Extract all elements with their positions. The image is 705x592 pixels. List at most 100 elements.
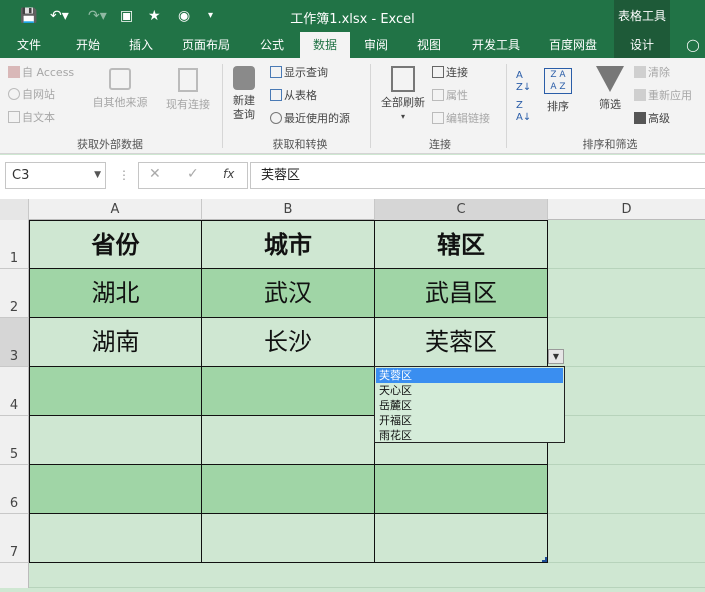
sort-button[interactable]: Z AA Z 排序 <box>540 68 576 120</box>
cell-b5[interactable] <box>202 416 375 465</box>
properties-button[interactable]: 属性 <box>432 89 468 103</box>
clock-icon <box>270 112 282 124</box>
dropdown-option[interactable]: 雨花区 <box>376 428 563 443</box>
table-resize-handle[interactable] <box>542 557 547 562</box>
from-other-sources-button[interactable]: 自其他来源 <box>90 68 150 124</box>
show-queries-button[interactable]: 显示查询 <box>270 66 328 80</box>
cell-a3[interactable]: 湖南 <box>29 318 202 367</box>
cell-c1[interactable]: 辖区 <box>375 220 548 269</box>
tab-formulas[interactable]: 公式 <box>250 32 294 58</box>
tab-page-layout[interactable]: 页面布局 <box>170 32 242 58</box>
refresh-all-button[interactable]: 全部刷新 ▾ <box>376 66 430 128</box>
cell-b7[interactable] <box>202 514 375 563</box>
column-header-b[interactable]: B <box>202 199 375 220</box>
lightbulb-icon[interactable]: ◯ <box>682 32 704 58</box>
cell-b4[interactable] <box>202 367 375 416</box>
tab-developer[interactable]: 开发工具 <box>460 32 532 58</box>
refresh-dropdown-icon[interactable]: ▾ <box>376 110 430 124</box>
cell-a6[interactable] <box>29 465 202 514</box>
row-header-6[interactable]: 6 <box>0 465 29 514</box>
cancel-icon[interactable]: ✕ <box>149 166 161 182</box>
column-header-a[interactable]: A <box>29 199 202 220</box>
cell-b3[interactable]: 长沙 <box>202 318 375 367</box>
formula-bar: C3 ▼ ⋮ ✕ ✓ fx 芙蓉区 <box>0 155 705 199</box>
row-header-4[interactable]: 4 <box>0 367 29 416</box>
validation-dropdown-list: 芙蓉区 天心区 岳麓区 开福区 雨花区 <box>374 366 565 443</box>
row-header-8[interactable] <box>0 563 29 588</box>
cell-a5[interactable] <box>29 416 202 465</box>
row-header-5[interactable]: 5 <box>0 416 29 465</box>
new-query-button[interactable]: 新建 查询 <box>226 66 262 128</box>
enter-icon[interactable]: ✓ <box>187 166 199 182</box>
filter-button[interactable]: 筛选 <box>592 66 628 122</box>
from-text-button[interactable]: 自文本 <box>8 111 55 125</box>
from-web-button[interactable]: 自网站 <box>8 88 55 102</box>
group-label-sort-filter: 排序和筛选 <box>582 138 638 151</box>
row-header-1[interactable]: 1 <box>0 220 29 269</box>
cell-c7[interactable] <box>375 514 548 563</box>
from-table-button[interactable]: 从表格 <box>270 89 317 103</box>
group-label-get-transform: 获取和转换 <box>272 138 328 151</box>
clear-filter-button[interactable]: 清除 <box>634 66 670 80</box>
select-all-button[interactable] <box>0 199 29 220</box>
properties-icon <box>432 89 444 101</box>
cell-c3-active[interactable]: 芙蓉区 <box>375 318 548 367</box>
cell-a1[interactable]: 省份 <box>29 220 202 269</box>
row-header-7[interactable]: 7 <box>0 514 29 563</box>
ribbon: 自 Access 自网站 自文本 自其他来源 现有连接 获取外部数据 新建 查询… <box>0 58 705 154</box>
reapply-icon <box>634 89 646 101</box>
reapply-button[interactable]: 重新应用 <box>634 89 692 103</box>
formula-buttons: ✕ ✓ fx <box>138 162 248 189</box>
tab-design[interactable]: 设计 <box>614 32 670 58</box>
sort-descending-button[interactable]: Z A↓ <box>516 100 531 124</box>
clear-filter-icon <box>634 66 646 78</box>
tab-insert[interactable]: 插入 <box>118 32 164 58</box>
access-icon <box>8 66 20 78</box>
edit-links-icon <box>432 112 444 124</box>
from-access-button[interactable]: 自 Access <box>8 66 74 80</box>
tab-view[interactable]: 视图 <box>406 32 452 58</box>
cell-c2[interactable]: 武昌区 <box>375 269 548 318</box>
title-bar: 💾 ↶▾ ↷▾ ▣ ★ ◉ ▾ 工作簿1.xlsx - Excel 表格工具 <box>0 0 705 32</box>
formula-input[interactable]: 芙蓉区 <box>250 162 705 189</box>
tab-review[interactable]: 审阅 <box>354 32 398 58</box>
cell-b1[interactable]: 城市 <box>202 220 375 269</box>
group-label-connections: 连接 <box>429 138 451 151</box>
cell-a4[interactable] <box>29 367 202 416</box>
edit-links-button[interactable]: 编辑链接 <box>432 112 490 126</box>
tab-home[interactable]: 开始 <box>64 32 112 58</box>
advanced-filter-button[interactable]: 高级 <box>634 112 670 126</box>
dropdown-option[interactable]: 开福区 <box>376 413 563 428</box>
dropdown-option[interactable]: 芙蓉区 <box>376 368 563 383</box>
insert-function-icon[interactable]: fx <box>223 167 234 181</box>
cell-c6[interactable] <box>375 465 548 514</box>
contextual-tab-header: 表格工具 <box>614 0 670 32</box>
connections-button[interactable]: 连接 <box>432 66 468 80</box>
sort-dialog-icon: Z AA Z <box>544 68 572 94</box>
row-header-3[interactable]: 3 <box>0 318 29 367</box>
recent-sources-button[interactable]: 最近使用的源 <box>270 112 350 126</box>
connections-icon <box>432 66 444 78</box>
existing-connections-button[interactable]: 现有连接 <box>160 68 216 124</box>
dropdown-option[interactable]: 岳麓区 <box>376 398 563 413</box>
cell-b6[interactable] <box>202 465 375 514</box>
grid-icon <box>270 89 282 101</box>
sort-ascending-button[interactable]: A Z↓ <box>516 70 531 94</box>
database-icon <box>233 66 255 90</box>
column-header-c[interactable]: C <box>375 199 548 220</box>
column-header-d[interactable]: D <box>548 199 705 220</box>
tab-baidu-netdisk[interactable]: 百度网盘 <box>536 32 610 58</box>
cell-b2[interactable]: 武汉 <box>202 269 375 318</box>
text-file-icon <box>8 111 20 123</box>
funnel-icon <box>596 66 624 92</box>
name-box[interactable]: C3 ▼ <box>5 162 106 189</box>
cell-a7[interactable] <box>29 514 202 563</box>
advanced-filter-icon <box>634 112 646 124</box>
tab-file[interactable]: 文件 <box>6 32 52 58</box>
validation-dropdown-button[interactable]: ▼ <box>548 349 564 364</box>
row-header-2[interactable]: 2 <box>0 269 29 318</box>
name-box-dropdown-icon[interactable]: ▼ <box>94 163 101 188</box>
tab-data[interactable]: 数据 <box>300 32 350 58</box>
cell-a2[interactable]: 湖北 <box>29 269 202 318</box>
dropdown-option[interactable]: 天心区 <box>376 383 563 398</box>
